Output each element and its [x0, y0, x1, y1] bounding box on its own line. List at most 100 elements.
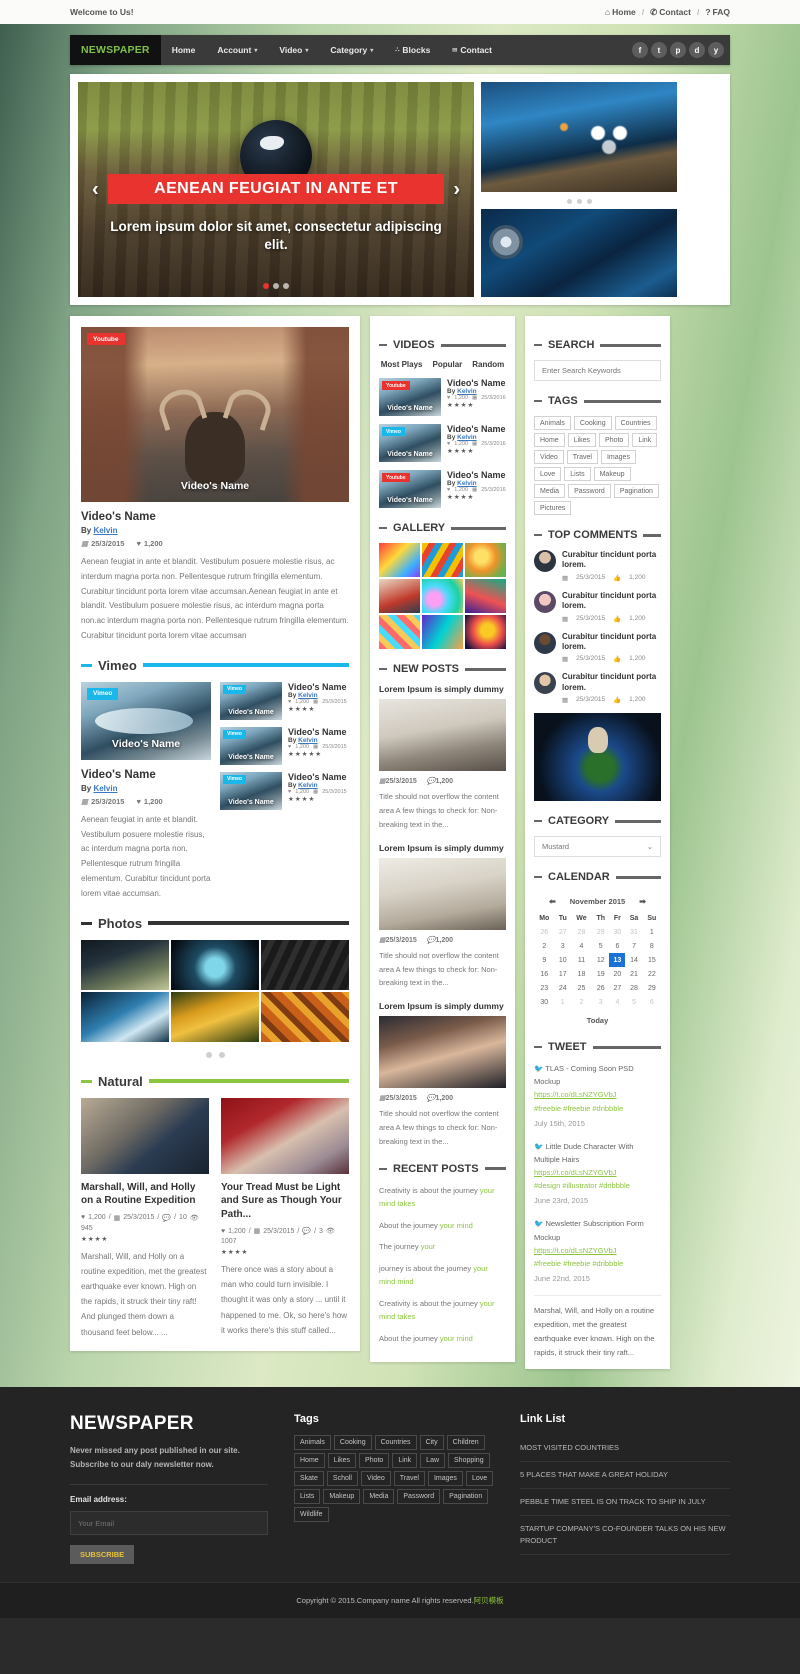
list-item[interactable]: Curabitur tincidunt porta lorem. ▦ 25/3/2…	[534, 550, 661, 582]
calendar-day[interactable]: 29	[643, 981, 661, 995]
vimeo-item-thumb[interactable]: Vimeo Video's Name	[220, 771, 282, 810]
tag-chip[interactable]: Photo	[359, 1452, 390, 1468]
tag-chip[interactable]: Password	[568, 484, 611, 498]
tag-chip[interactable]: Photo	[599, 433, 630, 447]
list-item[interactable]: Youtube Video's Name Video's Name By Kel…	[379, 378, 506, 416]
calendar-day[interactable]: 29	[592, 925, 609, 939]
side-slider-dots[interactable]	[481, 196, 677, 205]
video-widget-author[interactable]: Kelvin	[457, 434, 477, 441]
new-post-thumb[interactable]	[379, 1016, 506, 1089]
tag-chip[interactable]: Makeup	[593, 467, 631, 481]
vimeo-item-title[interactable]: Video's Name	[288, 772, 349, 782]
gallery-tile[interactable]	[379, 615, 420, 649]
tab-random[interactable]: Random	[472, 360, 504, 369]
calendar-day[interactable]: 14	[625, 953, 642, 967]
side-image-bottom[interactable]	[481, 209, 677, 297]
calendar-day-selected[interactable]: 13	[609, 953, 626, 968]
calendar-day[interactable]: 2	[571, 995, 592, 1009]
list-item[interactable]: Vimeo Video's Name Video's Name By Kelvi…	[220, 771, 349, 810]
calendar-day[interactable]: 4	[609, 995, 625, 1009]
footer-link[interactable]: MOST VISITED COUNTRIES	[520, 1435, 730, 1462]
tag-chip[interactable]: Pagination	[443, 1488, 489, 1504]
vimeo-item-author[interactable]: Kelvin	[298, 782, 318, 789]
nav-item-contact[interactable]: ✉ Contact	[441, 35, 503, 65]
tag-chip[interactable]: Countries	[374, 1434, 417, 1450]
tag-chip[interactable]: Pictures	[534, 501, 572, 515]
tweet-hashtags[interactable]: #freebie #freebie #dribbble	[534, 1257, 661, 1270]
side-dot-2[interactable]	[576, 199, 582, 204]
email-field[interactable]	[70, 1511, 268, 1536]
tag-chip[interactable]: Video	[534, 450, 564, 464]
top-link-home[interactable]: ⌂ Home	[605, 7, 636, 17]
list-item[interactable]: Vimeo Video's Name Video's Name By Kelvi…	[220, 726, 349, 765]
calendar-day[interactable]: 6	[643, 995, 661, 1009]
list-item[interactable]: journey is about the journey your mind m…	[379, 1262, 506, 1289]
footer-link[interactable]: PEBBLE TIME STEEL IS ON TRACK TO SHIP IN…	[520, 1489, 730, 1516]
calendar-day[interactable]: 25	[571, 981, 592, 995]
nav-item-blocks[interactable]: ⛬ Blocks	[384, 35, 441, 65]
tag-chip[interactable]: Love	[534, 467, 562, 481]
photo-tile[interactable]	[81, 939, 169, 990]
arrow-left-icon[interactable]: ⬅	[549, 897, 556, 906]
vimeo-item-thumb[interactable]: Vimeo Video's Name	[220, 726, 282, 765]
calendar-today-link[interactable]: Today	[534, 1009, 661, 1027]
subscribe-button[interactable]: SUBSCRIBE	[70, 1545, 135, 1565]
pinterest-icon[interactable]: p	[670, 42, 686, 58]
calendar-day[interactable]: 19	[592, 967, 609, 981]
calendar-day[interactable]: 22	[643, 967, 661, 981]
arrow-right-icon[interactable]: ➡	[639, 897, 646, 906]
tag-chip[interactable]: Skate	[294, 1470, 324, 1486]
featured-video-thumb[interactable]: Youtube Video's Name	[81, 327, 349, 502]
video-widget-title[interactable]: Video's Name	[447, 424, 506, 434]
tag-chip[interactable]: Pagination	[613, 484, 659, 498]
photo-tile[interactable]	[171, 991, 259, 1042]
video-widget-thumb[interactable]: Youtube Video's Name	[379, 470, 441, 508]
calendar-day[interactable]: 30	[534, 995, 555, 1009]
nav-item-home[interactable]: Home	[161, 35, 207, 65]
video-widget-thumb[interactable]: Youtube Video's Name	[379, 378, 441, 416]
slider-dot-1[interactable]	[263, 283, 269, 289]
vimeo-item-title[interactable]: Video's Name	[288, 727, 349, 737]
footer-link[interactable]: STARTUP COMPANY'S CO-FOUNDER TALKS ON HI…	[520, 1516, 730, 1555]
list-item[interactable]: Creativity is about the journey your min…	[379, 1184, 506, 1211]
calendar-day[interactable]: 28	[625, 981, 642, 995]
top-link-faq[interactable]: ? FAQ	[705, 7, 730, 17]
category-select[interactable]: Mustard ⌄	[534, 836, 661, 858]
vimeo-item-author[interactable]: Kelvin	[298, 692, 318, 699]
vimeo-main-thumb[interactable]: Vimeo Video's Name	[81, 681, 211, 760]
vimeo-item-title[interactable]: Video's Name	[288, 682, 349, 692]
list-item[interactable]: The journey your	[379, 1240, 506, 1254]
tag-chip[interactable]: Likes	[327, 1452, 357, 1468]
tag-chip[interactable]: Makeup	[323, 1488, 361, 1504]
calendar-day[interactable]: 26	[592, 981, 609, 995]
dribbble-icon[interactable]: d	[689, 42, 705, 58]
tweet-hashtags[interactable]: #design #illustrator #dribbble	[534, 1179, 661, 1192]
list-item[interactable]: Curabitur tincidunt porta lorem. ▦ 25/3/2…	[534, 590, 661, 623]
photo-tile[interactable]	[171, 939, 259, 990]
tag-chip[interactable]: Link	[392, 1452, 418, 1468]
tag-chip[interactable]: Password	[397, 1488, 441, 1504]
video-widget-title[interactable]: Video's Name	[447, 378, 506, 388]
tag-chip[interactable]: Home	[294, 1452, 325, 1468]
copyright-brand[interactable]: 阿贝模板	[474, 1596, 504, 1605]
tag-chip[interactable]: Cooking	[333, 1434, 372, 1450]
tag-chip[interactable]: Wildlife	[294, 1506, 329, 1522]
calendar-day[interactable]: 6	[609, 939, 625, 953]
slider-dot-3[interactable]	[283, 283, 289, 289]
calendar-day[interactable]: 23	[534, 981, 555, 995]
tag-chip[interactable]: Lists	[564, 467, 591, 481]
calendar-day[interactable]: 10	[555, 953, 571, 967]
new-post-thumb[interactable]	[379, 699, 506, 771]
photos-dot-1[interactable]	[205, 1051, 212, 1058]
tag-chip[interactable]: Children	[446, 1434, 485, 1450]
list-item[interactable]: Curabitur tincidunt porta lorem. ▦ 25/3/2…	[534, 672, 661, 704]
sidebar-banner-image[interactable]	[534, 713, 661, 802]
article-title[interactable]: Your Tread Must be Light and Sure as Tho…	[221, 1181, 349, 1222]
calendar-day[interactable]: 3	[555, 939, 571, 953]
site-logo[interactable]: NEWSPAPER	[70, 35, 161, 65]
calendar-day[interactable]: 17	[555, 967, 571, 981]
photos-carousel-dots[interactable]	[81, 1042, 349, 1060]
calendar-day[interactable]: 27	[555, 925, 571, 939]
nav-item-account[interactable]: Account ▾	[206, 35, 268, 65]
tweet-hashtags[interactable]: #freebie #freebie #dribbble	[534, 1102, 661, 1115]
